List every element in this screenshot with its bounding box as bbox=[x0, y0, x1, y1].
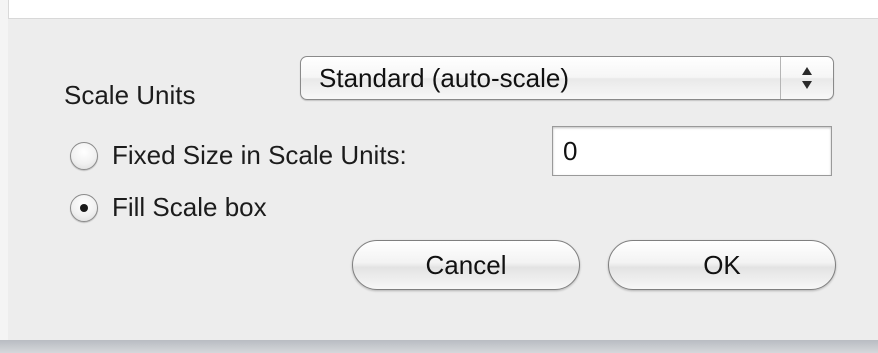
fill-scale-box-label: Fill Scale box bbox=[112, 192, 267, 222]
scale-units-popup[interactable]: Standard (auto-scale) bbox=[300, 56, 834, 100]
up-down-arrows-icon bbox=[781, 57, 833, 99]
fixed-size-radio[interactable] bbox=[70, 142, 98, 170]
scale-units-selected-value: Standard (auto-scale) bbox=[319, 63, 570, 93]
scale-units-label: Scale Units bbox=[64, 80, 196, 110]
radio-selected-dot bbox=[80, 204, 88, 212]
window-bottom-edge bbox=[0, 340, 878, 353]
dialog-window: Scale Units Standard (auto-scale) Fixed … bbox=[0, 0, 878, 353]
fixed-size-label: Fixed Size in Scale Units: bbox=[112, 140, 407, 170]
ok-button[interactable]: OK bbox=[608, 240, 836, 290]
cancel-button[interactable]: Cancel bbox=[352, 240, 580, 290]
scale-dialog: Scale Units Standard (auto-scale) Fixed … bbox=[8, 18, 878, 340]
fixed-size-input[interactable] bbox=[552, 126, 832, 176]
fill-scale-box-radio[interactable] bbox=[70, 194, 98, 222]
